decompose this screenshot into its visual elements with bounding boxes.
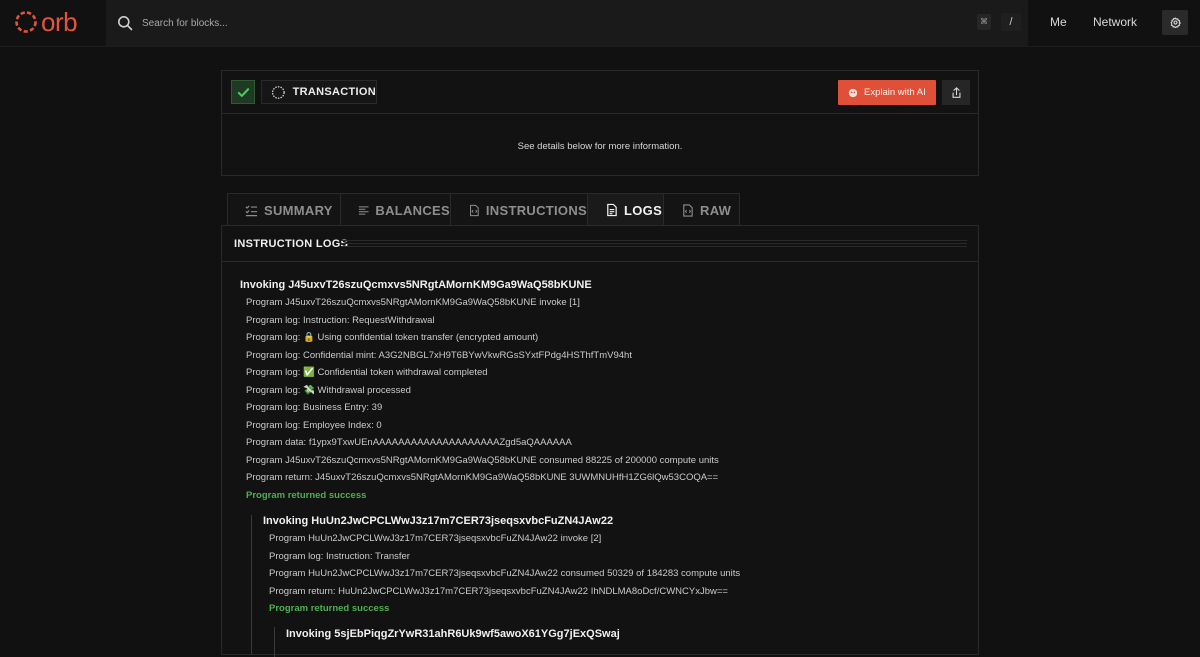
brain-icon <box>848 88 858 97</box>
tab-summary-label: SUMMARY <box>264 202 333 218</box>
log-line: Program log: Employee Index: 0 <box>246 419 382 431</box>
settings-button[interactable] <box>1162 10 1188 35</box>
tab-summary[interactable]: SUMMARY <box>227 193 341 226</box>
invocation-title: Invoking J45uxvT26szuQcmxvs5NRgtAMornKM9… <box>240 279 592 291</box>
lines-icon <box>358 205 369 215</box>
tab-instructions-label: INSTRUCTIONS <box>485 202 587 218</box>
success-status-badge <box>231 80 255 104</box>
transaction-type-badge: TRANSACTION <box>261 80 377 104</box>
tab-logs-label: LOGS <box>624 202 663 218</box>
document-icon <box>607 203 617 217</box>
checklist-icon <box>245 204 258 216</box>
instruction-logs-panel: INSTRUCTION LOGS Invoking J45uxvT26szuQc… <box>221 225 979 657</box>
nav-network-link[interactable]: Network <box>1093 15 1137 29</box>
log-line: Program return: HuUn2JwCPCLWwJ3z17m7CER7… <box>269 585 728 597</box>
nesting-indicator <box>251 515 252 655</box>
invocation-block: Invoking J45uxvT26szuQcmxvs5NRgtAMornKM9… <box>240 279 719 504</box>
log-line: Program HuUn2JwCPCLWwJ3z17m7CER73jseqsxv… <box>269 568 741 579</box>
invocation-block-nested: Invoking 5sjEbPiqgZrYwR31ahR6Uk9wf5awoX6… <box>286 628 620 640</box>
search-input[interactable] <box>142 13 742 33</box>
logs-header: INSTRUCTION LOGS <box>222 226 978 262</box>
tab-bar: SUMMARY BALANCES INSTRUCTIONS LOGS RAW <box>227 193 740 226</box>
log-line: Program J45uxvT26szuQcmxvs5NRgtAMornKM9G… <box>246 454 719 466</box>
search-bar[interactable]: ⌘ / <box>106 0 1028 46</box>
tab-raw[interactable]: RAW <box>663 193 740 226</box>
log-line: Program data: f1ypx9TxwUEnAAAAAAAAAAAAAA… <box>246 437 572 448</box>
transaction-type-label: TRANSACTION <box>292 86 376 98</box>
log-line: Program log: 💸 Withdrawal processed <box>246 384 411 396</box>
log-line: Program log: ✅ Confidential token withdr… <box>246 367 488 378</box>
log-line: Program log: Business Entry: 39 <box>246 402 383 413</box>
explain-with-ai-button[interactable]: Explain with AI <box>838 80 936 105</box>
invocation-block-nested: Invoking HuUn2JwCPCLWwJ3z17m7CER73jseqsx… <box>263 515 740 618</box>
tab-raw-label: RAW <box>700 202 732 218</box>
details-text: See details below for more information. <box>517 141 683 152</box>
tab-balances-label: BALANCES <box>375 202 450 218</box>
program-success-status: Program returned success <box>269 603 390 614</box>
invocation-title: Invoking HuUn2JwCPCLWwJ3z17m7CER73jseqsx… <box>263 515 614 527</box>
share-button[interactable] <box>942 80 970 105</box>
log-line: Program log: 🔒 Using confidential token … <box>246 332 539 343</box>
check-icon <box>237 87 249 97</box>
header-hatch-divider <box>341 240 967 247</box>
nesting-indicator <box>274 627 275 657</box>
tab-balances[interactable]: BALANCES <box>340 193 451 226</box>
top-bar-divider <box>0 46 1200 47</box>
tab-instructions[interactable]: INSTRUCTIONS <box>450 193 588 226</box>
top-bar: orb ⌘ / Me Network <box>0 0 1200 46</box>
tab-logs[interactable]: LOGS <box>587 193 664 226</box>
logo-text: orb <box>41 7 78 37</box>
spinner-ring-icon <box>271 85 285 99</box>
card-divider <box>222 113 978 114</box>
explain-with-ai-label: Explain with AI <box>864 87 926 98</box>
log-line: Program log: Instruction: Transfer <box>269 550 410 562</box>
code-file-icon <box>470 204 479 216</box>
search-icon <box>118 16 133 31</box>
transaction-card: TRANSACTION Explain with AI See details … <box>221 70 979 176</box>
orb-ring-icon <box>15 11 37 33</box>
invocation-title: Invoking 5sjEbPiqgZrYwR31ahR6Uk9wf5awoX6… <box>286 628 620 640</box>
code-file-icon <box>683 203 693 217</box>
shortcut-command-icon: ⌘ <box>977 14 991 30</box>
gear-icon <box>1169 17 1181 28</box>
program-success-status: Program returned success <box>246 489 367 501</box>
shortcut-key: / <box>1001 13 1021 31</box>
logs-title: INSTRUCTION LOGS <box>234 238 349 250</box>
nav-me-link[interactable]: Me <box>1050 15 1067 29</box>
orb-logo[interactable]: orb <box>14 9 84 35</box>
log-line: Program return: J45uxvT26szuQcmxvs5NRgtA… <box>246 472 719 483</box>
log-line: Program log: Instruction: RequestWithdra… <box>246 314 435 326</box>
log-line: Program J45uxvT26szuQcmxvs5NRgtAMornKM9G… <box>246 297 580 308</box>
log-line: Program log: Confidential mint: A3G2NBGL… <box>246 349 632 361</box>
share-icon <box>952 86 960 98</box>
log-line: Program HuUn2JwCPCLWwJ3z17m7CER73jseqsxv… <box>269 533 602 544</box>
